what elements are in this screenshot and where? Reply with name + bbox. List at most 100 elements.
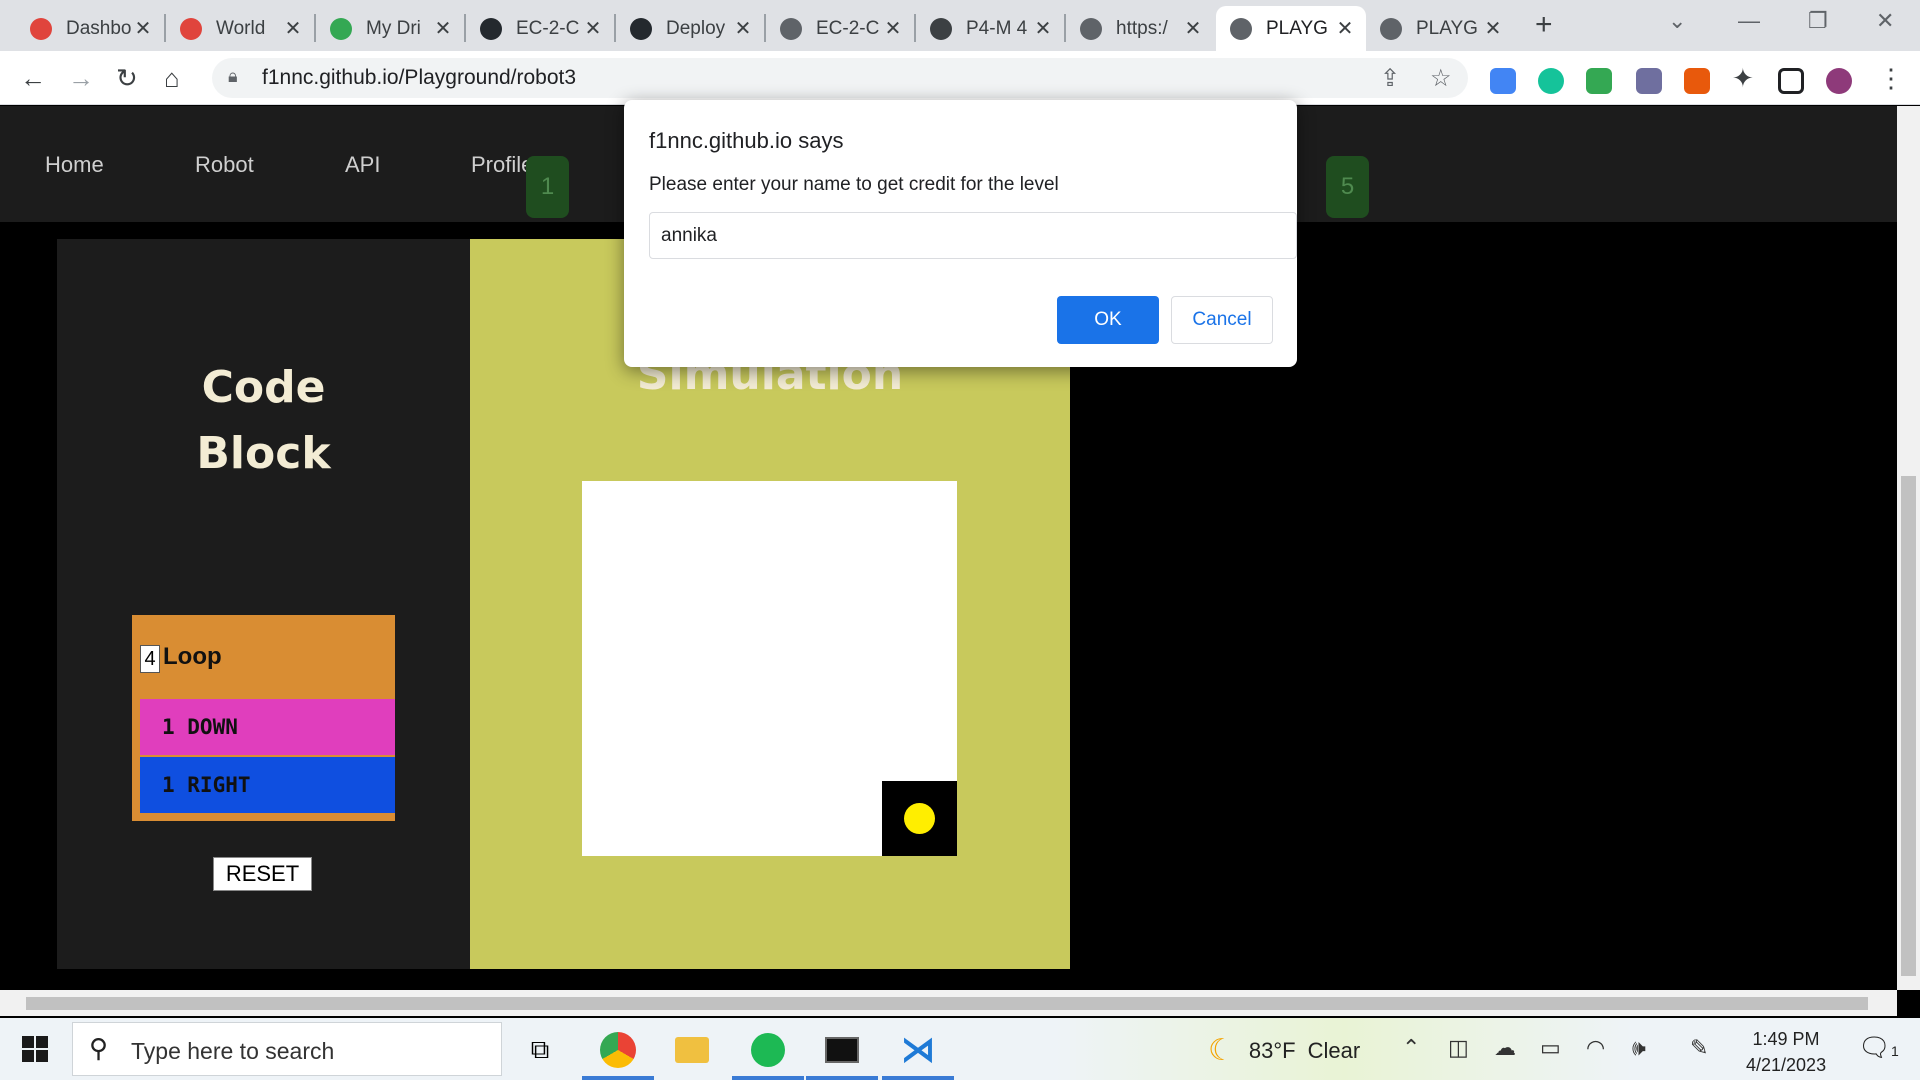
- browser-tab[interactable]: EC-2-C ✕: [466, 6, 614, 51]
- dialog-title: f1nnc.github.io says: [649, 128, 844, 153]
- cancel-button[interactable]: Cancel: [1171, 296, 1273, 344]
- nav-link-api[interactable]: API: [345, 152, 380, 178]
- vertical-scrollbar[interactable]: [1897, 106, 1920, 990]
- grammarly-icon[interactable]: [1538, 68, 1564, 94]
- browser-tab[interactable]: World ✕: [166, 6, 314, 51]
- google-drive-icon: [330, 17, 352, 40]
- close-tab-icon[interactable]: ✕: [432, 16, 454, 41]
- close-tab-icon[interactable]: ✕: [882, 16, 904, 41]
- windows-start-icon[interactable]: [22, 1036, 48, 1062]
- close-tab-icon[interactable]: ✕: [1182, 16, 1204, 41]
- globe-icon: [1380, 17, 1402, 40]
- nav-link-home[interactable]: Home: [45, 152, 104, 178]
- loop-count-input[interactable]: 4: [140, 645, 160, 673]
- close-tab-icon[interactable]: ✕: [1334, 16, 1356, 41]
- restore-button[interactable]: ❐: [1808, 8, 1828, 34]
- close-tab-icon[interactable]: ✕: [132, 16, 154, 41]
- windows-taskbar: ⚲ Type here to search ⧉ ⋊ ☾ 83°F Clear ⌃…: [0, 1018, 1920, 1080]
- system-clock[interactable]: 1:49 PM 4/21/2023: [1746, 1026, 1826, 1078]
- command-block-down[interactable]: 1 DOWN: [140, 699, 395, 755]
- notification-icon[interactable]: 🗨︎1: [1858, 1032, 1899, 1063]
- canvas-icon: [180, 17, 202, 40]
- menu-dots-icon[interactable]: ⋮: [1878, 63, 1904, 94]
- reload-icon[interactable]: ↻: [116, 63, 138, 94]
- onedrive-icon[interactable]: ☁: [1494, 1035, 1516, 1061]
- volume-icon[interactable]: 🕪︎: [1632, 1035, 1646, 1061]
- home-icon[interactable]: ⌂: [164, 63, 180, 94]
- nav-link-robot[interactable]: Robot: [195, 152, 254, 178]
- extension-icon[interactable]: [1586, 68, 1612, 94]
- lock-icon[interactable]: 🔒︎: [228, 66, 238, 87]
- chevron-up-icon[interactable]: ⌃: [1402, 1035, 1420, 1061]
- dialog-message: Please enter your name to get credit for…: [649, 174, 1059, 195]
- browser-tab[interactable]: My Dri ✕: [316, 6, 464, 51]
- canvas-icon: [30, 17, 52, 40]
- share-icon[interactable]: ⇪: [1380, 64, 1400, 93]
- back-arrow-icon[interactable]: ←: [20, 63, 46, 94]
- chrome-icon[interactable]: [598, 1030, 638, 1070]
- tab-title: https:/: [1116, 17, 1168, 39]
- browser-tab[interactable]: P4-M 4 ✕: [916, 6, 1064, 51]
- browser-tab[interactable]: PLAYG ✕: [1216, 6, 1366, 51]
- terminal-icon[interactable]: [822, 1030, 862, 1070]
- ok-button[interactable]: OK: [1057, 296, 1159, 344]
- close-tab-icon[interactable]: ✕: [732, 16, 754, 41]
- name-input[interactable]: [649, 212, 1297, 259]
- close-tab-icon[interactable]: ✕: [282, 16, 304, 41]
- tab-title: My Dri: [366, 17, 421, 39]
- reset-button[interactable]: RESET: [213, 857, 312, 891]
- wifi-icon[interactable]: ◠: [1586, 1035, 1605, 1061]
- level-button[interactable]: 5: [1326, 156, 1369, 218]
- new-tab-button[interactable]: +: [1535, 8, 1553, 42]
- code-block-title-line: Code: [201, 362, 326, 413]
- task-view-icon[interactable]: ⧉: [520, 1030, 560, 1070]
- browser-tab[interactable]: EC-2-C ✕: [766, 6, 914, 51]
- browser-tab[interactable]: Dashbo ✕: [16, 6, 164, 51]
- browser-tab[interactable]: Deploy ✕: [616, 6, 764, 51]
- globe-icon: [780, 17, 802, 40]
- tab-search-icon[interactable]: ⌄: [1668, 8, 1686, 34]
- profile-avatar[interactable]: [1826, 68, 1852, 94]
- scrollbar-thumb[interactable]: [26, 997, 1868, 1010]
- clock-date: 4/21/2023: [1746, 1055, 1827, 1075]
- scrollbar-thumb[interactable]: [1901, 476, 1916, 976]
- extension-icon[interactable]: [1490, 68, 1516, 94]
- code-block-title: Code Block: [57, 355, 470, 487]
- browser-toolbar: ← → ↻ ⌂ 🔒︎ f1nnc.github.io/Playground/ro…: [0, 51, 1920, 105]
- close-tab-icon[interactable]: ✕: [1482, 16, 1504, 41]
- active-app-indicator: [582, 1076, 654, 1080]
- weather-widget[interactable]: ☾ 83°F Clear: [1208, 1033, 1360, 1068]
- meet-now-icon[interactable]: ◫: [1448, 1035, 1469, 1061]
- browser-tab[interactable]: PLAYG ✕: [1366, 6, 1514, 51]
- forward-arrow-icon[interactable]: →: [68, 63, 94, 94]
- active-app-indicator: [806, 1076, 878, 1080]
- vscode-icon[interactable]: ⋊: [898, 1030, 938, 1070]
- loop-block[interactable]: 4 Loop 1 DOWN 1 RIGHT: [132, 615, 395, 821]
- url-text[interactable]: f1nnc.github.io/Playground/robot3: [262, 66, 576, 90]
- bookmark-star-icon[interactable]: ☆: [1430, 64, 1452, 93]
- tab-title: EC-2-C: [516, 17, 580, 39]
- taskbar-search-box[interactable]: ⚲ Type here to search: [72, 1022, 502, 1076]
- tab-strip: Dashbo ✕ World ✕ My Dri ✕ EC-2-C ✕ Deploy ✕ EC-2-C…: [0, 0, 1920, 51]
- pen-icon[interactable]: ✎: [1690, 1035, 1708, 1061]
- search-icon: ⚲: [89, 1033, 109, 1063]
- close-tab-icon[interactable]: ✕: [582, 16, 604, 41]
- puzzle-extensions-icon[interactable]: ✦: [1732, 63, 1754, 94]
- file-explorer-icon[interactable]: [672, 1030, 712, 1070]
- address-bar[interactable]: 🔒︎ f1nnc.github.io/Playground/robot3 ⇪ ☆: [212, 58, 1468, 98]
- battery-icon[interactable]: ▭: [1540, 1035, 1561, 1061]
- close-tab-icon[interactable]: ✕: [1032, 16, 1054, 41]
- side-panel-icon[interactable]: [1778, 68, 1804, 94]
- level-button[interactable]: 1: [526, 156, 569, 218]
- pen-extension-icon[interactable]: [1636, 68, 1662, 94]
- command-block-right[interactable]: 1 RIGHT: [140, 757, 395, 813]
- tab-title: Deploy: [666, 17, 726, 39]
- minimize-button[interactable]: —: [1738, 8, 1760, 34]
- extension-off-icon[interactable]: [1684, 68, 1710, 94]
- browser-tab[interactable]: https:/ ✕: [1066, 6, 1214, 51]
- close-window-button[interactable]: ✕: [1876, 8, 1894, 34]
- horizontal-scrollbar[interactable]: [0, 990, 1897, 1016]
- nav-link-profile[interactable]: Profile: [471, 152, 533, 178]
- spotify-icon[interactable]: [748, 1030, 788, 1070]
- globe-icon: [1080, 17, 1102, 40]
